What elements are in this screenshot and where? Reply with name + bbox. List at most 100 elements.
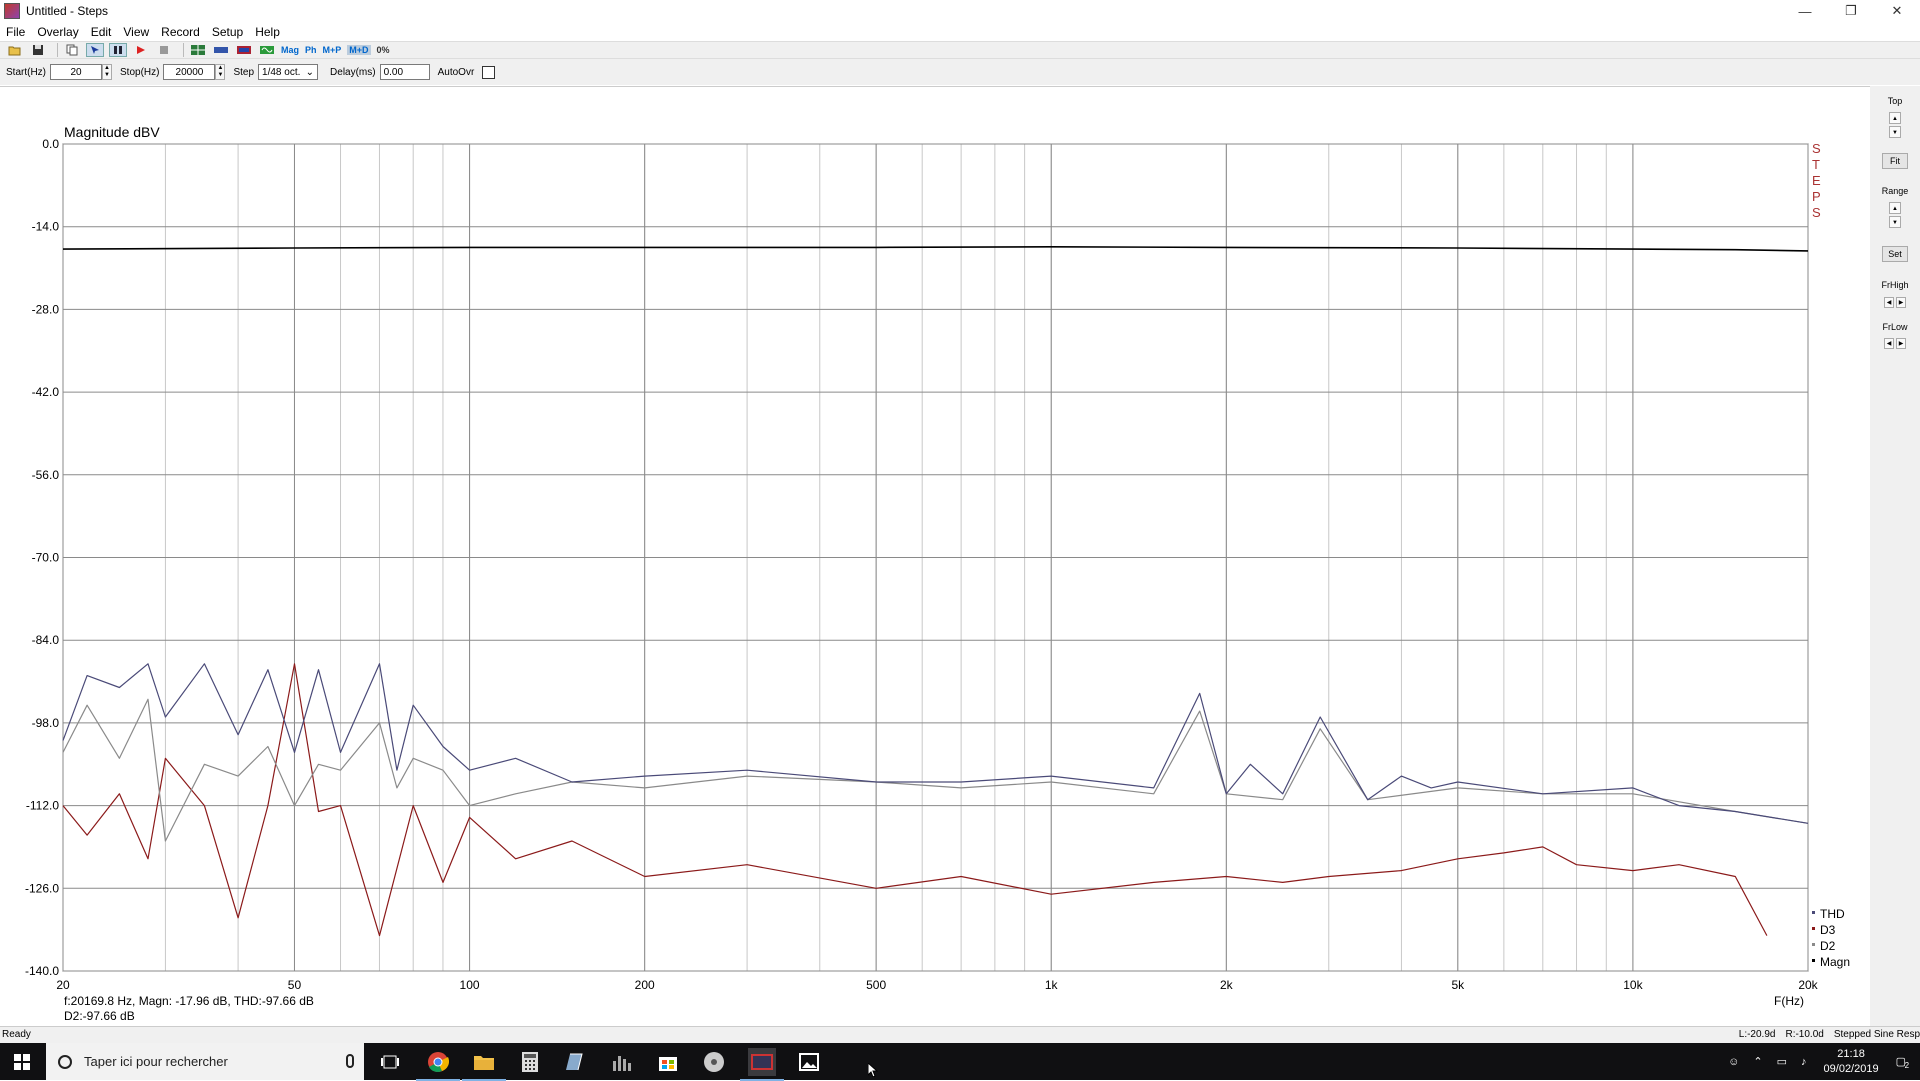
media-disc-icon[interactable]: [700, 1048, 728, 1076]
frhigh-left-button[interactable]: ◀: [1884, 297, 1894, 308]
menu-record[interactable]: Record: [155, 25, 206, 39]
app-icon: [4, 3, 20, 19]
monitor-icon[interactable]: [235, 43, 253, 57]
step-select[interactable]: 1/48 oct. ⌄: [258, 64, 319, 80]
audio-analyzer-icon[interactable]: [608, 1048, 636, 1076]
start-spinner[interactable]: ▲ ▼: [102, 64, 112, 80]
frlow-left-button[interactable]: ◀: [1884, 338, 1894, 349]
generator-icon[interactable]: [258, 43, 276, 57]
x-tick-label: 500: [866, 978, 886, 992]
stop-icon[interactable]: [155, 43, 173, 57]
top-down-button[interactable]: ▼: [1889, 126, 1901, 138]
cursor-icon[interactable]: [86, 43, 104, 57]
grid-icon[interactable]: [189, 43, 207, 57]
cursor-readout-line1: f:20169.8 Hz, Magn: -17.96 dB, THD:-97.6…: [64, 994, 314, 1008]
stop-spinner[interactable]: ▲ ▼: [215, 64, 226, 80]
autoovr-label: AutoOvr: [437, 66, 475, 78]
menu-setup[interactable]: Setup: [206, 25, 249, 39]
plot-area[interactable]: 20 50 100 200 500 1k 2k 5k 10k 20k 0.0 -14.0 -28.0 -4…: [0, 86, 1870, 1027]
start-label: Start(Hz): [6, 66, 46, 78]
stop-label: Stop(Hz): [120, 66, 160, 78]
right-level: R:-10.0d: [1785, 1029, 1824, 1040]
phase-toggle[interactable]: Ph: [305, 45, 317, 55]
top-label: Top: [1887, 96, 1903, 106]
x-tick-label: 2k: [1220, 978, 1234, 992]
x-tick-label: 200: [635, 978, 655, 992]
delay-field[interactable]: 0.00: [379, 64, 430, 80]
clock[interactable]: 21:18 09/02/2019: [1824, 1047, 1879, 1077]
set-button[interactable]: Set: [1882, 246, 1908, 262]
close-button[interactable]: ✕: [1874, 0, 1920, 22]
photos-icon[interactable]: [795, 1048, 823, 1076]
menu-help[interactable]: Help: [249, 25, 286, 39]
notification-icon[interactable]: ▢ 2: [1896, 1055, 1909, 1070]
calculator-icon[interactable]: [516, 1048, 544, 1076]
toolbar: Mag Ph M+P M+D 0%: [0, 41, 1920, 59]
x-tick-label: 10k: [1623, 978, 1643, 992]
frhigh-controls: ◀ ▶: [1884, 297, 1908, 308]
chevron-down-icon: ⌄: [305, 66, 315, 78]
copy-icon[interactable]: [63, 43, 81, 57]
toolbar-separator: [57, 43, 58, 57]
microphone-icon[interactable]: [346, 1054, 354, 1068]
open-icon[interactable]: [6, 43, 24, 57]
save-icon[interactable]: [29, 43, 47, 57]
x-axis-label: F(Hz): [1774, 994, 1804, 1008]
y-tick-label: -126.0: [25, 881, 59, 895]
menu-view[interactable]: View: [117, 25, 155, 39]
file-explorer-icon[interactable]: [462, 1048, 506, 1081]
y-tick-label: -84.0: [32, 633, 60, 647]
percent-toggle[interactable]: 0%: [377, 45, 390, 55]
x-tick-label: 1k: [1045, 978, 1059, 992]
magnitude-toggle[interactable]: Mag: [281, 45, 299, 55]
watermark-letter: E: [1812, 173, 1821, 188]
record-icon[interactable]: [132, 43, 150, 57]
start-field[interactable]: 20: [50, 64, 102, 80]
steps-app-icon[interactable]: [740, 1048, 784, 1081]
range-up-button[interactable]: ▲: [1889, 202, 1901, 214]
status-bar: Ready L:-20.9d R:-10.0d Stepped Sine Res…: [0, 1026, 1920, 1044]
x-tick-label: 100: [460, 978, 480, 992]
mag-distortion-toggle[interactable]: M+D: [347, 45, 371, 55]
stop-field[interactable]: 20000: [163, 64, 216, 80]
legend-magn: Magn: [1820, 955, 1850, 969]
frlow-right-button[interactable]: ▶: [1896, 338, 1906, 349]
y-tick-label: -56.0: [32, 468, 60, 482]
chrome-icon[interactable]: [416, 1048, 460, 1081]
watermark-letter: P: [1812, 189, 1821, 204]
maximize-button[interactable]: ❐: [1828, 0, 1874, 22]
task-view-icon[interactable]: [376, 1048, 404, 1076]
notepad-icon[interactable]: [562, 1048, 590, 1076]
frlow-controls: ◀ ▶: [1884, 338, 1908, 349]
chevron-up-icon[interactable]: ⌃: [1753, 1055, 1762, 1068]
store-icon[interactable]: [654, 1048, 682, 1076]
step-label: Step: [233, 66, 255, 78]
people-icon[interactable]: ☺: [1728, 1056, 1739, 1068]
volume-icon[interactable]: ♪: [1801, 1056, 1807, 1068]
x-tick-label: 20k: [1798, 978, 1818, 992]
mag-phase-toggle[interactable]: M+P: [323, 45, 342, 55]
measurement-mode: Stepped Sine Resp: [1833, 1029, 1920, 1040]
status-right: L:-20.9d R:-10.0d Stepped Sine Resp: [1729, 1029, 1920, 1040]
legend: THD D3 D2 Magn: [1812, 907, 1850, 969]
frhigh-right-button[interactable]: ▶: [1896, 297, 1906, 308]
windows-start-icon[interactable]: [0, 1043, 44, 1080]
delay-label: Delay(ms): [330, 66, 376, 78]
range-down-button[interactable]: ▼: [1889, 216, 1901, 228]
menu-edit[interactable]: Edit: [85, 25, 118, 39]
minimize-button[interactable]: —: [1782, 0, 1828, 22]
y-axis-label: Magnitude dBV: [64, 124, 160, 140]
menu-overlay[interactable]: Overlay: [31, 25, 84, 39]
fit-button[interactable]: Fit: [1882, 153, 1908, 169]
network-icon[interactable]: ▭: [1777, 1055, 1787, 1068]
taskbar-search[interactable]: Taper ici pour rechercher: [46, 1043, 364, 1080]
menu-file[interactable]: File: [0, 25, 31, 39]
overlay-icon[interactable]: [212, 43, 230, 57]
y-tick-label: -98.0: [32, 716, 60, 730]
pause-icon[interactable]: [109, 43, 127, 57]
legend-swatch-thd: [1812, 911, 1815, 914]
top-up-button[interactable]: ▲: [1889, 112, 1901, 124]
cursor-readout-line2: D2:-97.66 dB: [64, 1009, 135, 1023]
autoovr-checkbox[interactable]: [482, 65, 496, 79]
magnitude-chart[interactable]: 20 50 100 200 500 1k 2k 5k 10k 20k 0.0 -14.0 -28.0 -4…: [0, 87, 1870, 1027]
